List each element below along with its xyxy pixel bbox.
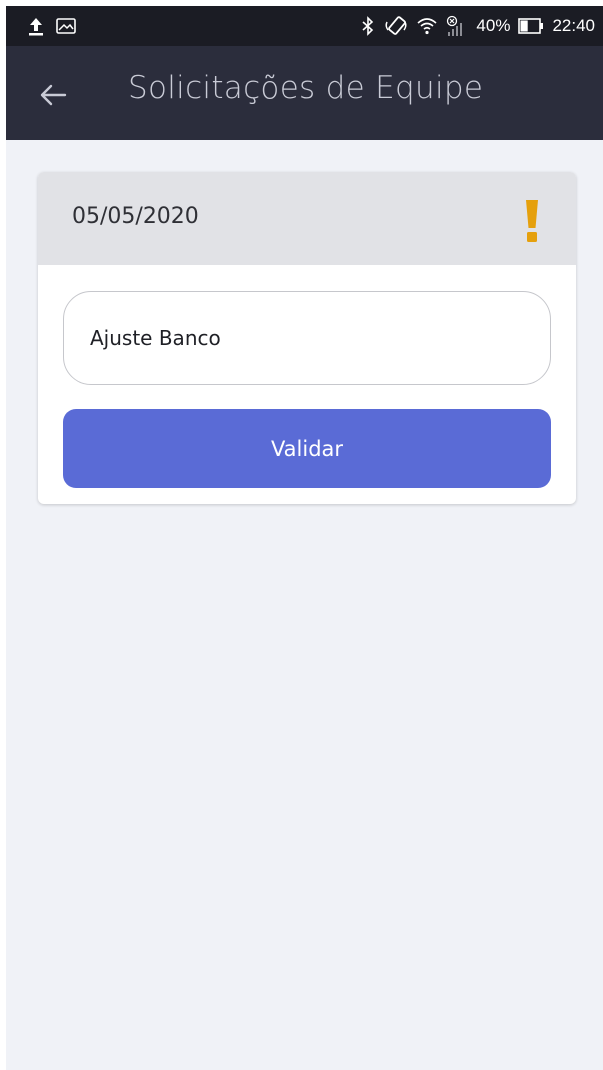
- validate-button[interactable]: Validar: [63, 409, 551, 488]
- request-date: 05/05/2020: [72, 204, 199, 229]
- page-title: Solicitações de Equipe: [128, 70, 484, 106]
- arrow-left-icon: [40, 84, 67, 106]
- battery-icon: [518, 18, 544, 34]
- exclamation-icon: [526, 200, 538, 242]
- bluetooth-icon: [360, 16, 376, 36]
- app-screen: 40% 22:40 Solicitações de Equipe 05/05/2…: [6, 6, 603, 1070]
- app-bar: Solicitações de Equipe: [6, 46, 603, 140]
- signal-icon: [446, 15, 468, 37]
- request-type-value: Ajuste Banco: [90, 326, 221, 350]
- request-card: 05/05/2020 Ajuste Banco Validar: [38, 172, 576, 504]
- upload-icon: [28, 16, 44, 36]
- battery-percent: 40%: [476, 16, 511, 35]
- image-icon: [56, 18, 76, 34]
- request-type-field[interactable]: Ajuste Banco: [63, 291, 551, 385]
- validate-button-label: Validar: [270, 436, 344, 461]
- wifi-icon: [416, 16, 438, 36]
- vibrate-icon: [384, 15, 408, 37]
- back-button[interactable]: [32, 74, 74, 116]
- clock: 22:40: [552, 16, 595, 35]
- card-header: 05/05/2020: [38, 172, 576, 265]
- status-bar: 40% 22:40: [6, 6, 603, 46]
